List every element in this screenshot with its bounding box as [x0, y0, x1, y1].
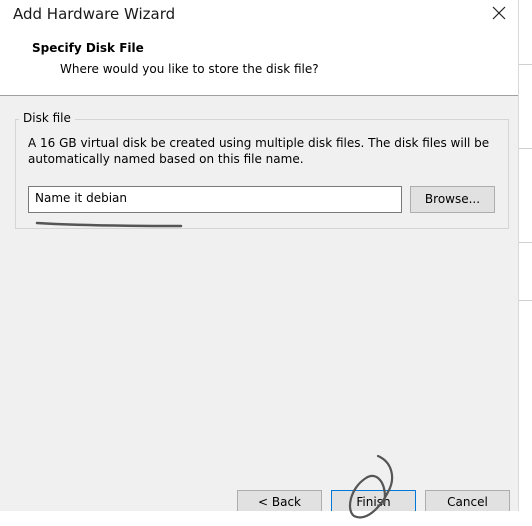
window-title: Add Hardware Wizard — [13, 5, 176, 23]
disk-file-name-input[interactable] — [28, 186, 402, 213]
wizard-header: Specify Disk File Where would you like t… — [0, 30, 518, 96]
edge-line — [519, 148, 532, 149]
edge-line — [519, 300, 532, 301]
browse-button[interactable]: Browse... — [410, 186, 495, 213]
close-button[interactable] — [482, 0, 516, 28]
title-bar: Add Hardware Wizard — [0, 0, 518, 30]
disk-file-description: A 16 GB virtual disk be created using mu… — [28, 136, 490, 166]
edge-line — [519, 242, 532, 243]
close-icon — [492, 6, 506, 20]
add-hardware-wizard-window: Add Hardware Wizard Specify Disk File Wh… — [0, 0, 518, 526]
background-window-edge — [518, 0, 532, 526]
page-title: Specify Disk File — [32, 41, 144, 55]
screenshot-crop-area — [0, 511, 532, 526]
page-subtitle: Where would you like to store the disk f… — [60, 62, 319, 76]
edge-line — [519, 64, 532, 65]
disk-file-group-label: Disk file — [19, 111, 75, 125]
